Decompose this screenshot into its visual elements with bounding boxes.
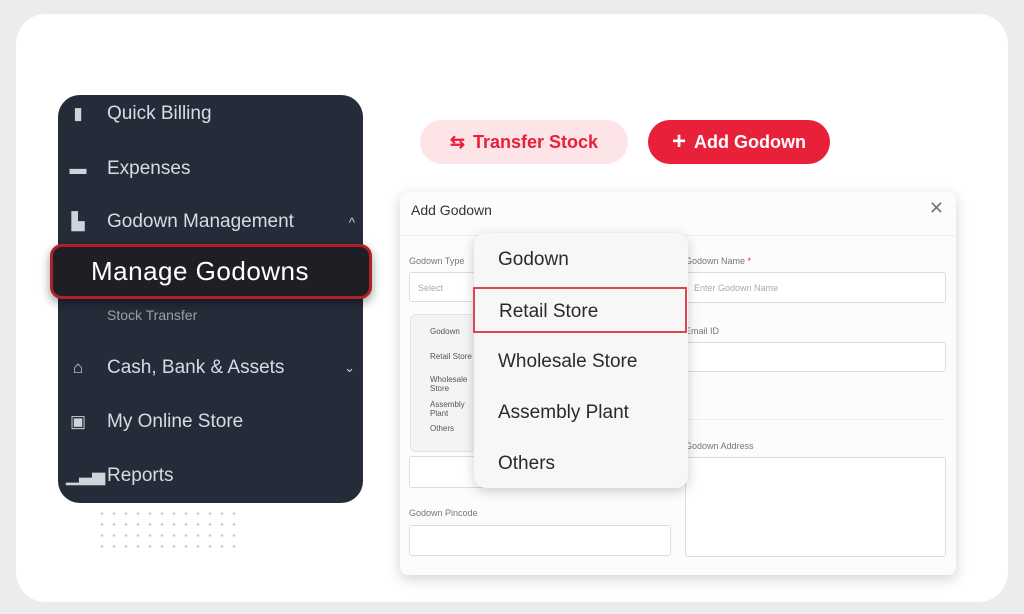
modal-title: Add Godown (411, 202, 492, 218)
pincode-input[interactable] (409, 525, 671, 556)
list-item[interactable]: Retail Store (430, 352, 472, 361)
email-input[interactable] (685, 342, 946, 372)
address-textarea[interactable] (685, 457, 946, 557)
label-text: Godown Name (685, 256, 746, 266)
sidebar-item-cash-bank-assets[interactable]: ⌂ Cash, Bank & Assets ⌄ (58, 353, 363, 383)
dropdown-option-wholesale-store[interactable]: Wholesale Store (474, 339, 688, 385)
add-godown-button[interactable]: + Add Godown (648, 120, 830, 164)
address-label: Godown Address (685, 441, 754, 451)
email-label: Email ID (685, 326, 720, 336)
required-mark: * (747, 256, 752, 266)
sidebar-subitem-manage-godowns[interactable]: Manage Godowns (50, 244, 372, 299)
divider (685, 419, 946, 420)
list-item[interactable]: Wholesale Store (430, 375, 479, 393)
sidebar-item-godown-management[interactable]: ▙ Godown Management ^ (58, 207, 363, 237)
bank-icon: ⌂ (72, 358, 84, 377)
sidebar: ▮ Quick Billing ▬ Expenses ▙ Godown Managem… (58, 95, 363, 503)
sidebar-item-expenses[interactable]: ▬ Expenses (58, 154, 363, 184)
dropdown-option-assembly-plant[interactable]: Assembly Plant (474, 390, 688, 436)
godown-type-list: Godown Retail Store Wholesale Store Asse… (410, 314, 480, 452)
boxes-icon: ▙ (71, 212, 85, 231)
godown-type-label: Godown Type (409, 256, 465, 266)
close-icon[interactable]: ✕ (929, 198, 944, 219)
plus-icon: + (672, 128, 687, 155)
swap-icon: ⇆ (449, 131, 466, 152)
dropdown-option-others[interactable]: Others (474, 441, 688, 487)
phone-icon: ▮ (73, 104, 83, 123)
godown-name-input[interactable]: Enter Godown Name (685, 272, 946, 303)
sidebar-subitem-stock-transfer[interactable]: Stock Transfer (107, 307, 197, 323)
dropdown-option-godown[interactable]: Godown (474, 237, 688, 283)
sidebar-item-online-store[interactable]: ▣ My Online Store (58, 407, 363, 437)
dot-pattern (96, 508, 241, 554)
godown-type-dropdown: Godown Retail Store Wholesale Store Asse… (473, 233, 688, 488)
list-item[interactable]: Godown (430, 327, 460, 336)
wallet-icon: ▬ (69, 159, 87, 178)
sidebar-item-reports[interactable]: ▁▃▅ Reports (58, 461, 363, 491)
transfer-stock-button[interactable]: ⇆ Transfer Stock (420, 120, 628, 164)
store-icon: ▣ (69, 412, 87, 431)
list-item[interactable]: Others (430, 424, 454, 433)
list-item[interactable]: Assembly Plant (430, 400, 479, 418)
chevron-down-icon: ⌄ (344, 360, 355, 375)
godown-name-label: Godown Name * (685, 256, 751, 266)
pincode-label: Godown Pincode (409, 508, 478, 518)
dropdown-option-retail-store[interactable]: Retail Store (473, 287, 687, 333)
chevron-up-icon: ^ (348, 214, 355, 230)
bar-chart-icon: ▁▃▅ (66, 466, 106, 485)
sidebar-item-quick-billing[interactable]: ▮ Quick Billing (58, 99, 363, 129)
